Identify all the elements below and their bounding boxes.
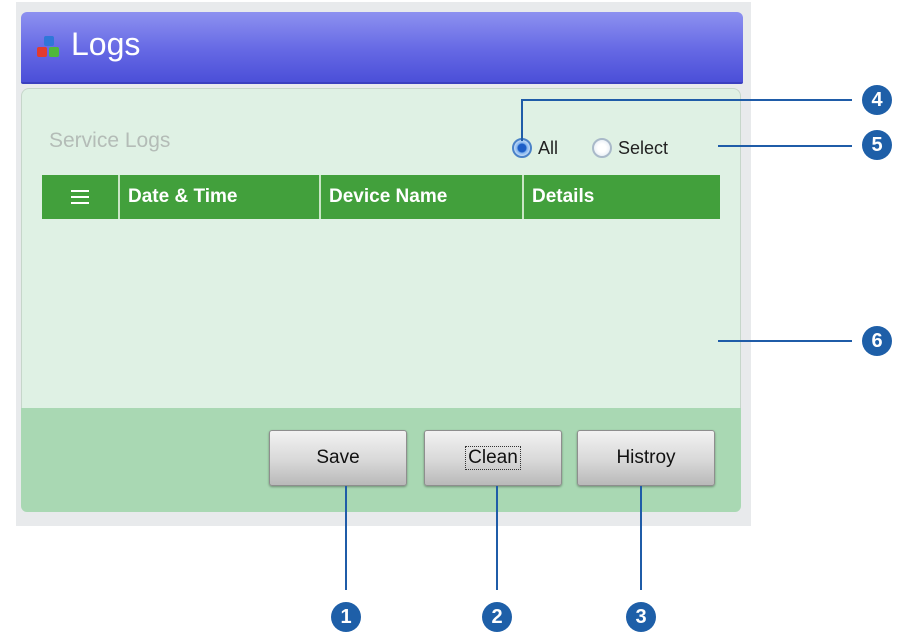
callout-badge-4: 4 [862,85,892,115]
service-logs-panel: Service Logs All Select Date & Time Devi… [21,88,741,408]
save-button[interactable]: Save [269,430,407,486]
callout-line-4-horizontal [521,99,852,101]
button-footer: Save Clean Histroy [21,408,741,512]
radio-unchecked-icon [592,138,612,158]
radio-checked-icon [512,138,532,158]
radio-select-label: Select [618,137,669,158]
radio-all[interactable]: All [512,135,558,161]
column-header-details[interactable]: Details [524,175,720,219]
panel-title: Service Logs [49,129,171,152]
column-header-device-name[interactable]: Device Name [321,175,524,219]
column-select-all[interactable] [42,175,120,219]
callout-badge-1: 1 [331,602,361,632]
callout-line-4-vertical [521,99,523,141]
history-button-label: Histroy [616,447,676,468]
callout-line-3 [640,486,642,590]
clean-button[interactable]: Clean [424,430,562,486]
callout-badge-5: 5 [862,130,892,160]
logs-window: Logs Service Logs All Select Date & Time… [16,2,751,526]
colored-blocks-icon [37,36,61,60]
radio-all-label: All [538,137,559,158]
logs-table-header: Date & Time Device Name Details [42,175,720,219]
radio-select[interactable]: Select [592,135,668,161]
window-titlebar: Logs [21,12,743,84]
callout-line-5 [718,145,852,147]
callout-line-6 [718,340,852,342]
window-title: Logs [71,26,141,62]
callout-badge-2: 2 [482,602,512,632]
callout-badge-3: 3 [626,602,656,632]
history-button[interactable]: Histroy [577,430,715,486]
list-icon [71,190,89,204]
callout-line-1 [345,486,347,590]
clean-button-label: Clean [465,446,521,470]
callout-line-2 [496,486,498,590]
save-button-label: Save [316,447,360,468]
callout-badge-6: 6 [862,326,892,356]
column-header-date-time[interactable]: Date & Time [120,175,321,219]
